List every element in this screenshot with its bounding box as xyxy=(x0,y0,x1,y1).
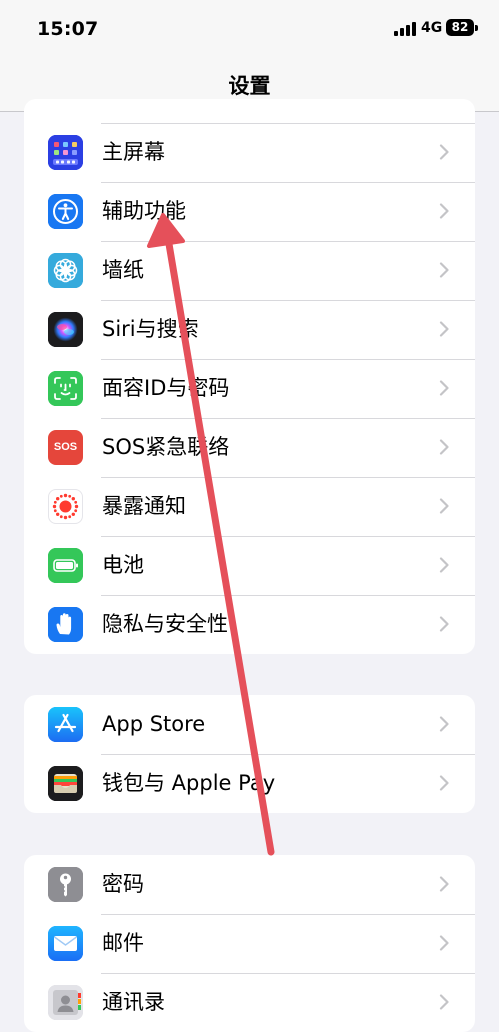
siri-icon xyxy=(48,312,83,347)
face-id-icon xyxy=(48,371,83,406)
row-divider xyxy=(101,300,475,301)
chevron-right-icon xyxy=(439,144,449,160)
chevron-right-icon xyxy=(439,439,449,455)
chevron-right-icon xyxy=(439,876,449,892)
row-label: Siri与搜索 xyxy=(102,317,199,341)
row-divider xyxy=(101,536,475,537)
settings-row-wallet[interactable]: 钱包与 Apple Pay xyxy=(24,754,475,813)
row-divider xyxy=(101,754,475,755)
row-label: 主屏幕 xyxy=(102,140,165,164)
settings-row-contacts[interactable]: 通讯录 xyxy=(24,973,475,1032)
page-title: 设置 xyxy=(228,74,271,98)
app-store-icon xyxy=(48,707,83,742)
chevron-right-icon xyxy=(439,262,449,278)
settings-row-mail[interactable]: 邮件 xyxy=(24,914,475,973)
row-divider xyxy=(101,973,475,974)
chevron-right-icon xyxy=(439,321,449,337)
settings-row-exposure-notifications[interactable]: 暴露通知 xyxy=(24,477,475,536)
row-label: 暴露通知 xyxy=(102,494,186,518)
mail-icon xyxy=(48,926,83,961)
accessibility-icon xyxy=(48,194,83,229)
settings-group-apps: 密码 邮件 通讯录 xyxy=(24,855,475,1032)
settings-row-face-id[interactable]: 面容ID与密码 xyxy=(24,359,475,418)
row-label: 电池 xyxy=(102,553,144,577)
network-type: 4G xyxy=(421,20,443,36)
row-label: 通讯录 xyxy=(102,990,165,1014)
settings-row-emergency-sos[interactable]: SOS SOS紧急联络 xyxy=(24,418,475,477)
contacts-icon xyxy=(48,985,83,1020)
exposure-notification-icon xyxy=(48,489,83,524)
chevron-right-icon xyxy=(439,775,449,791)
passwords-key-icon xyxy=(48,867,83,902)
chevron-right-icon xyxy=(439,616,449,632)
settings-group-store: App Store 钱包与 Apple Pay xyxy=(24,695,475,813)
status-time: 15:07 xyxy=(37,18,99,40)
sos-icon-text: SOS xyxy=(53,441,78,453)
settings-row-battery[interactable]: 电池 xyxy=(24,536,475,595)
wallpaper-icon xyxy=(48,253,83,288)
chevron-right-icon xyxy=(439,994,449,1010)
row-label: 墙纸 xyxy=(102,258,144,282)
row-label: 邮件 xyxy=(102,931,144,955)
row-label: App Store xyxy=(102,712,206,736)
chevron-right-icon xyxy=(439,935,449,951)
settings-row-privacy[interactable]: 隐私与安全性 xyxy=(24,595,475,654)
chevron-right-icon xyxy=(439,716,449,732)
row-divider xyxy=(101,595,475,596)
settings-group-display: 主屏幕 辅助功能 墙纸 Siri与搜索 面容ID与密码 SOS SOS紧急联络 … xyxy=(24,99,475,654)
row-label: 隐私与安全性 xyxy=(102,612,228,636)
wallet-icon xyxy=(48,766,83,801)
battery-indicator: 82 xyxy=(446,19,474,36)
status-bar: 15:07 4G 82 xyxy=(0,0,499,60)
row-label: 面容ID与密码 xyxy=(102,376,230,400)
settings-row-passwords[interactable]: 密码 xyxy=(24,855,475,914)
battery-icon xyxy=(48,548,83,583)
chevron-right-icon xyxy=(439,203,449,219)
row-divider xyxy=(101,477,475,478)
row-divider xyxy=(101,914,475,915)
privacy-hand-icon xyxy=(48,607,83,642)
settings-row-app-store[interactable]: App Store xyxy=(24,695,475,754)
row-label: 辅助功能 xyxy=(102,199,186,223)
settings-row-accessibility[interactable]: 辅助功能 xyxy=(24,182,475,241)
home-screen-icon xyxy=(48,135,83,170)
row-label: 钱包与 Apple Pay xyxy=(102,771,276,795)
row-divider xyxy=(101,123,475,124)
sos-icon: SOS xyxy=(48,430,83,465)
battery-tip-icon xyxy=(475,25,478,31)
settings-row-wallpaper[interactable]: 墙纸 xyxy=(24,241,475,300)
row-label: SOS紧急联络 xyxy=(102,435,230,459)
chevron-right-icon xyxy=(439,498,449,514)
row-divider xyxy=(101,241,475,242)
row-divider xyxy=(101,182,475,183)
row-divider xyxy=(101,418,475,419)
settings-row-home-screen[interactable]: 主屏幕 xyxy=(24,123,475,182)
chevron-right-icon xyxy=(439,380,449,396)
row-divider xyxy=(101,359,475,360)
row-label: 密码 xyxy=(102,872,144,896)
chevron-right-icon xyxy=(439,557,449,573)
settings-row-siri[interactable]: Siri与搜索 xyxy=(24,300,475,359)
cellular-signal-icon xyxy=(394,22,418,36)
